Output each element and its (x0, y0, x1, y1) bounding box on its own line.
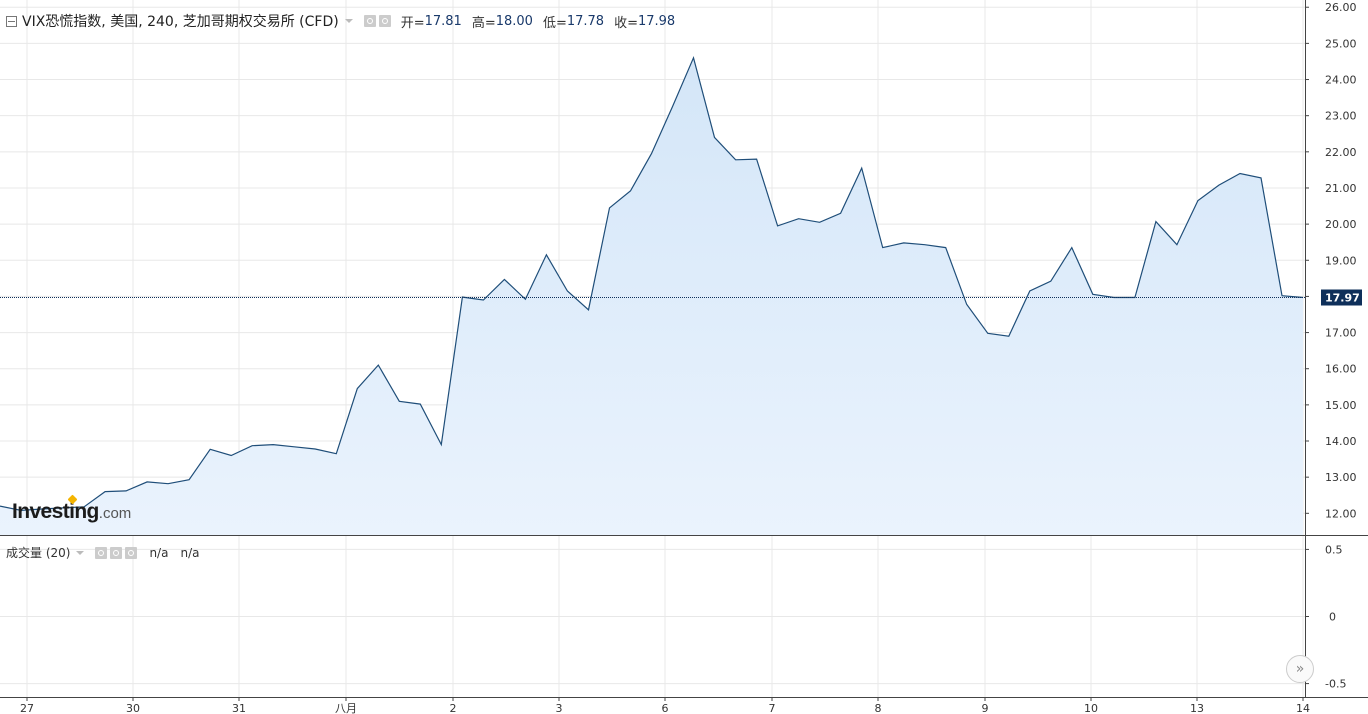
y-tick-label: 14.00 (1325, 435, 1357, 448)
y-tick-label: 12.00 (1325, 507, 1357, 520)
investing-logo: Investing.com (12, 494, 132, 524)
chevron-down-icon[interactable] (76, 550, 85, 555)
high-value: 18.00 (495, 13, 533, 29)
close-icon[interactable] (125, 546, 138, 559)
close-value: 17.98 (637, 13, 676, 29)
x-tick-label: 10 (1084, 702, 1098, 714)
low-value: 17.78 (566, 13, 605, 29)
volume-tick-label: 0.5 (1325, 543, 1343, 556)
y-tick-label: 24.00 (1325, 74, 1357, 87)
volume-value-1: n/a (149, 545, 169, 560)
x-tick-label: 13 (1190, 702, 1204, 714)
y-tick-label: 25.00 (1325, 37, 1357, 50)
gear-icon[interactable] (378, 15, 391, 27)
x-tick-label: 2 (450, 702, 457, 714)
x-tick-label: 9 (982, 702, 989, 714)
x-tick-label: 14 (1296, 702, 1310, 714)
volume-value-2: n/a (180, 545, 200, 560)
open-value: 17.81 (424, 13, 462, 29)
y-tick-label: 13.00 (1325, 471, 1357, 484)
time-axis: 27 30 31 八月 2 3 6 7 8 9 10 13 14 (20, 697, 1310, 714)
scroll-right-button[interactable]: » (1286, 655, 1314, 683)
y-tick-label: 17.00 (1325, 327, 1357, 340)
close-label: 收= (614, 15, 638, 31)
x-tick-label: 3 (556, 702, 563, 714)
x-tick-label: 7 (769, 702, 776, 714)
volume-label[interactable]: 成交量 (20) (6, 544, 70, 561)
y-tick-label: 16.00 (1325, 363, 1357, 376)
y-tick-label: 23.00 (1325, 110, 1357, 123)
x-tick-label: 27 (20, 702, 34, 714)
x-tick-label: 31 (232, 702, 246, 714)
chevron-down-icon[interactable] (344, 19, 353, 23)
chart-legend: VIX恐慌指数, 美国, 240, 芝加哥期权交易所 (CFD) 开= 17.8… (6, 11, 675, 31)
volume-legend: 成交量 (20) n/a n/a (6, 544, 199, 561)
x-tick-label: 八月 (335, 702, 357, 714)
y-tick-label: 19.00 (1325, 254, 1357, 267)
instrument-title[interactable]: VIX恐慌指数, 美国, 240, 芝加哥期权交易所 (CFD) (22, 11, 339, 31)
y-tick-label: 21.00 (1325, 182, 1357, 195)
open-label: 开= (400, 15, 425, 31)
x-tick-label: 8 (875, 702, 882, 714)
x-tick-label: 6 (662, 702, 669, 714)
settings-icon[interactable] (95, 546, 108, 559)
x-tick-label: 30 (126, 702, 140, 714)
price-chart[interactable]: 12.00 13.00 14.00 15.00 16.00 17.00 18.00 19.00… (0, 0, 1368, 714)
logo-suffix-text: .com (98, 505, 132, 522)
logo-main-text: Investing (12, 500, 99, 523)
collapse-icon[interactable] (6, 15, 17, 27)
settings-icon[interactable] (363, 15, 376, 27)
y-tick-label: 22.00 (1325, 146, 1357, 159)
y-tick-label: 15.00 (1325, 399, 1357, 412)
last-price-label: 17.97 (1325, 292, 1360, 305)
high-label: 高= (471, 15, 496, 31)
y-tick-label: 26.00 (1325, 1, 1357, 14)
volume-tick-label: -0.5 (1325, 678, 1346, 691)
gear-icon[interactable] (110, 546, 123, 559)
y-tick-label: 20.00 (1325, 218, 1357, 231)
low-label: 低= (542, 15, 567, 31)
volume-tick-label: 0 (1329, 611, 1336, 624)
